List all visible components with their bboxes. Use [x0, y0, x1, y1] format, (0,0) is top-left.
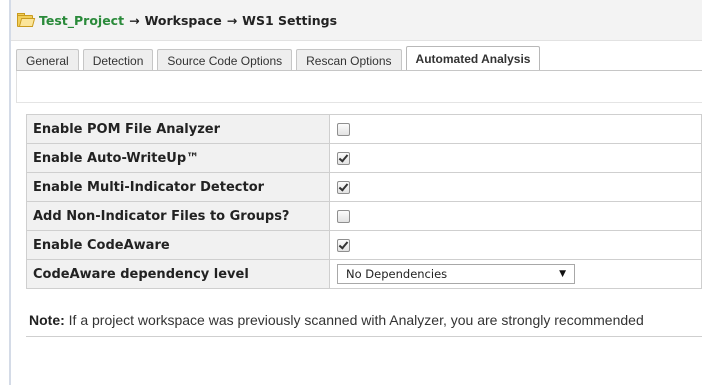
setting-label: Add Non-Indicator Files to Groups?	[26, 201, 330, 231]
setting-label: Enable Auto-WriteUp™	[26, 143, 330, 173]
folder-icon	[17, 13, 36, 27]
setting-value	[329, 201, 702, 231]
dependency-level-select[interactable]: No Dependencies ▼	[337, 264, 575, 284]
setting-value	[329, 143, 702, 173]
codeaware-checkbox[interactable]	[337, 238, 350, 252]
table-row: Enable CodeAware	[26, 230, 702, 260]
table-row: Add Non-Indicator Files to Groups?	[26, 201, 702, 231]
setting-value: No Dependencies ▼	[329, 259, 702, 289]
note-divider	[26, 336, 702, 337]
settings-tabs: General Detection Source Code Options Re…	[16, 46, 702, 71]
breadcrumb-project-link[interactable]: Test_Project	[39, 13, 124, 28]
note-body: If a project workspace was previously sc…	[64, 312, 644, 328]
settings-table: Enable POM File Analyzer Enable Auto-Wri…	[26, 114, 702, 289]
tab-automated-analysis[interactable]: Automated Analysis	[405, 46, 541, 71]
note-text: Note: If a project workspace was previou…	[29, 312, 702, 328]
table-row: Enable Multi-Indicator Detector	[26, 172, 702, 202]
note-prefix: Note:	[29, 312, 65, 328]
non-indicator-files-checkbox[interactable]	[337, 209, 350, 223]
multi-indicator-checkbox[interactable]	[337, 180, 350, 194]
setting-label: CodeAware dependency level	[26, 259, 330, 289]
breadcrumb-arrow: →	[226, 12, 238, 28]
setting-label: Enable CodeAware	[26, 230, 330, 260]
table-row: Enable Auto-WriteUp™	[26, 143, 702, 173]
tab-panel-header	[16, 71, 702, 103]
breadcrumb-workspace: Workspace	[144, 12, 222, 28]
left-frame-border	[9, 0, 11, 385]
breadcrumb-arrow: →	[129, 12, 140, 28]
breadcrumb-current: WS1 Settings	[242, 12, 338, 28]
tab-detection[interactable]: Detection	[82, 49, 154, 71]
tab-general[interactable]: General	[16, 49, 79, 71]
tab-source-code-options[interactable]: Source Code Options	[157, 49, 293, 71]
setting-label: Enable Multi-Indicator Detector	[26, 172, 330, 202]
table-row: Enable POM File Analyzer	[26, 114, 702, 144]
breadcrumb: Test_Project → Workspace → WS1 Settings	[11, 0, 702, 41]
setting-label: Enable POM File Analyzer	[26, 114, 330, 144]
dropdown-arrow-icon: ▼	[559, 269, 566, 279]
auto-writeup-checkbox[interactable]	[337, 151, 350, 165]
table-row: CodeAware dependency level No Dependenci…	[26, 259, 702, 289]
tab-rescan-options[interactable]: Rescan Options	[296, 49, 402, 71]
pom-analyzer-checkbox[interactable]	[337, 122, 350, 136]
setting-value	[329, 172, 702, 202]
setting-value	[329, 230, 702, 260]
setting-value	[329, 114, 702, 144]
dependency-level-value: No Dependencies	[346, 267, 448, 281]
